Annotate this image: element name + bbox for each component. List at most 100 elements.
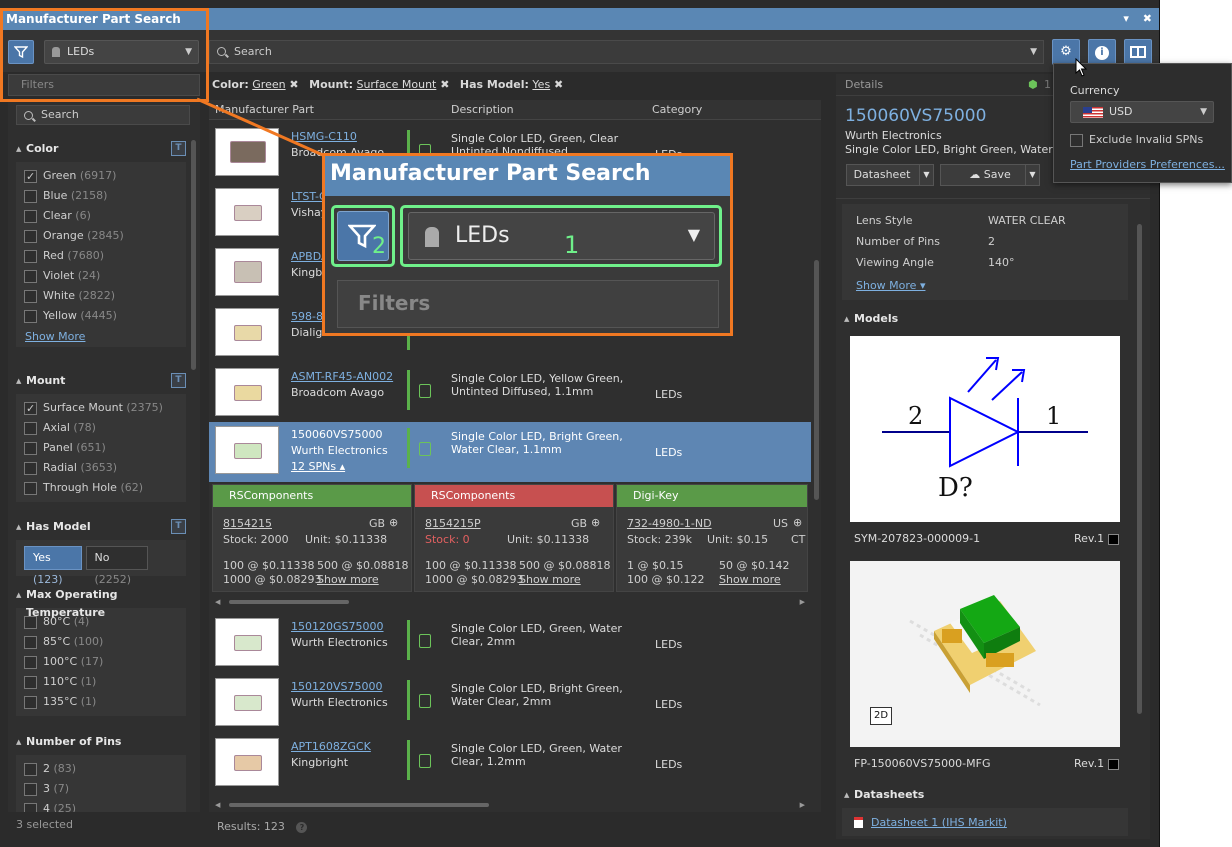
zoom-filters-field[interactable]: Filters [337,280,719,328]
remove-filter-icon[interactable]: ✖ [550,78,563,91]
checkbox[interactable] [24,675,37,689]
checkbox[interactable] [24,269,37,283]
datasheet-link[interactable]: Datasheet 1 (IHS Markit) [871,816,1007,829]
checkbox-yellow[interactable]: Yellow (4445) [16,306,186,326]
spn-card[interactable]: Digi-Key 732-4980-1-ND US ⊕ Stock: 239k … [616,484,808,592]
has-model-no-button[interactable]: No (2252) [85,546,148,586]
checkbox-surface-mount[interactable]: Surface Mount (2375) [16,398,186,419]
part-number[interactable]: 150120VS75000 [291,680,383,693]
checkbox[interactable] [24,655,37,669]
supplier-sku[interactable]: 732-4980-1-ND [627,517,712,530]
checkbox[interactable] [24,421,37,435]
info-button[interactable]: i [1088,39,1116,65]
checkbox-white[interactable]: White (2822) [16,286,186,306]
currency-dropdown[interactable]: USD ▼ [1070,101,1214,123]
table-row[interactable]: 150120GS75000 Wurth Electronics Single C… [209,614,811,674]
show-more-link[interactable]: Show More ▾ [856,279,925,292]
section-header[interactable]: Max Operating Temperature [16,586,186,619]
close-icon[interactable]: ✖ [1143,12,1152,25]
filter-scrollbar[interactable] [191,140,196,370]
exclude-invalid-spns-checkbox[interactable]: Exclude Invalid SPNs [1062,130,1203,150]
checkbox-clear[interactable]: Clear (6) [16,206,186,226]
table-row-selected[interactable]: 150060VS75000 Wurth Electronics 12 SPNs … [209,422,811,482]
search-history-chevron-icon[interactable]: ▼ [1030,41,1037,63]
checkbox-orange[interactable]: Orange (2845) [16,226,186,246]
show-more-link[interactable]: Show More [25,330,85,343]
has-model-yes-button[interactable]: Yes (123) [24,546,82,586]
part-number[interactable]: 150060VS75000 [291,428,383,441]
remove-filter-icon[interactable]: ✖ [436,78,449,91]
checkbox-through-hole[interactable]: Through Hole (62) [16,478,186,498]
remove-filter-icon[interactable]: ✖ [286,78,298,91]
zoom-category-dropdown[interactable]: LEDs 1 ▼ [408,212,715,260]
checkbox[interactable] [24,461,37,475]
chevron-down-icon[interactable]: ▼ [1025,165,1039,185]
checkbox-panel[interactable]: Panel (651) [16,438,186,458]
footprint-preview[interactable]: 2D [850,561,1120,747]
zoom-filter-button[interactable]: 2 [337,211,389,261]
checkbox[interactable] [24,695,37,709]
section-header[interactable]: Color T [16,140,186,158]
results-scrollbar[interactable] [814,260,819,500]
section-header[interactable]: Mount T [16,372,186,390]
help-icon[interactable]: ? [296,822,308,833]
datasheet-button[interactable]: Datasheet ▼ [846,164,934,186]
filter-chip-has-model[interactable]: Has Model: Yes ✖ [460,78,563,91]
checkbox-100c[interactable]: 100°C (17) [16,652,186,672]
supplier-sku[interactable]: 8154215 [223,517,272,530]
part-number[interactable]: ASMT-RF45-AN002 [291,370,393,383]
details-scrollbar[interactable] [1137,224,1142,714]
checkbox[interactable] [24,441,37,455]
layout-toggle-button[interactable] [1124,39,1152,65]
checkbox[interactable] [24,289,37,303]
spns-toggle[interactable]: 12 SPNs ▴ [291,460,345,473]
checkbox-green[interactable]: Green (6917) [16,166,186,187]
checkbox[interactable] [24,762,37,776]
checkbox[interactable] [24,249,37,263]
column-header-description[interactable]: Description [451,100,514,120]
table-row[interactable]: 150120VS75000 Wurth Electronics Single C… [209,674,811,734]
spn-horizontal-scrollbar[interactable]: ◀ ▶ [215,598,805,606]
filter-chip-color[interactable]: Color: Green ✖ [212,78,299,91]
checkbox[interactable] [24,229,37,243]
checkbox-pins-3[interactable]: 3 (7) [16,779,186,799]
show-more-link[interactable]: Show more [519,573,581,586]
checkbox[interactable] [24,399,37,419]
show-more-link[interactable]: Show more [719,573,781,586]
checkbox-radial[interactable]: Radial (3653) [16,458,186,478]
text-filter-icon[interactable]: T [171,141,186,156]
checkbox[interactable] [24,167,37,187]
part-providers-preferences-link[interactable]: Part Providers Preferences... [1070,158,1225,171]
checkbox-violet[interactable]: Violet (24) [16,266,186,286]
checkbox[interactable] [24,802,37,812]
table-row[interactable]: ASMT-RF45-AN002 Broadcom Avago Single Co… [209,364,811,424]
checkbox[interactable] [24,209,37,223]
models-header[interactable]: Models [844,310,898,328]
part-number[interactable]: APT1608ZGCK [291,740,371,753]
checkbox-80c[interactable]: 80°C (4) [16,612,186,632]
show-more-link[interactable]: Show more [317,573,379,586]
save-button[interactable]: ☁ Save ▼ [940,164,1040,186]
spn-card[interactable]: RSComponents 8154215P GB ⊕ Stock: 0 Unit… [414,484,614,592]
checkbox[interactable] [1070,133,1083,147]
part-number[interactable]: 150120GS75000 [291,620,384,633]
checkbox-blue[interactable]: Blue (2158) [16,186,186,206]
checkbox-axial[interactable]: Axial (78) [16,418,186,438]
spn-card[interactable]: RSComponents 8154215 GB ⊕ Stock: 2000 Un… [212,484,412,592]
chevron-down-icon[interactable]: ▼ [919,165,933,185]
section-header[interactable]: Number of Pins [16,733,186,751]
main-search-input[interactable]: Search ▼ [209,40,1044,64]
filter-search-input[interactable]: Search [16,105,190,125]
table-row[interactable]: APT1608ZGCK Kingbright Single Color LED,… [209,734,811,794]
symbol-preview[interactable]: 2 1 D? [850,336,1120,522]
filter-chip-mount[interactable]: Mount: Surface Mount ✖ [309,78,449,91]
checkbox[interactable] [24,615,37,629]
checkbox-red[interactable]: Red (7680) [16,246,186,266]
checkbox[interactable] [24,635,37,649]
view-2d-toggle[interactable]: 2D [870,707,892,725]
checkbox-pins-4[interactable]: 4 (25) [16,799,186,812]
details-part-number[interactable]: 150060VS75000 [845,106,986,126]
checkbox[interactable] [24,481,37,495]
text-filter-icon[interactable]: T [171,373,186,388]
checkbox[interactable] [24,782,37,796]
